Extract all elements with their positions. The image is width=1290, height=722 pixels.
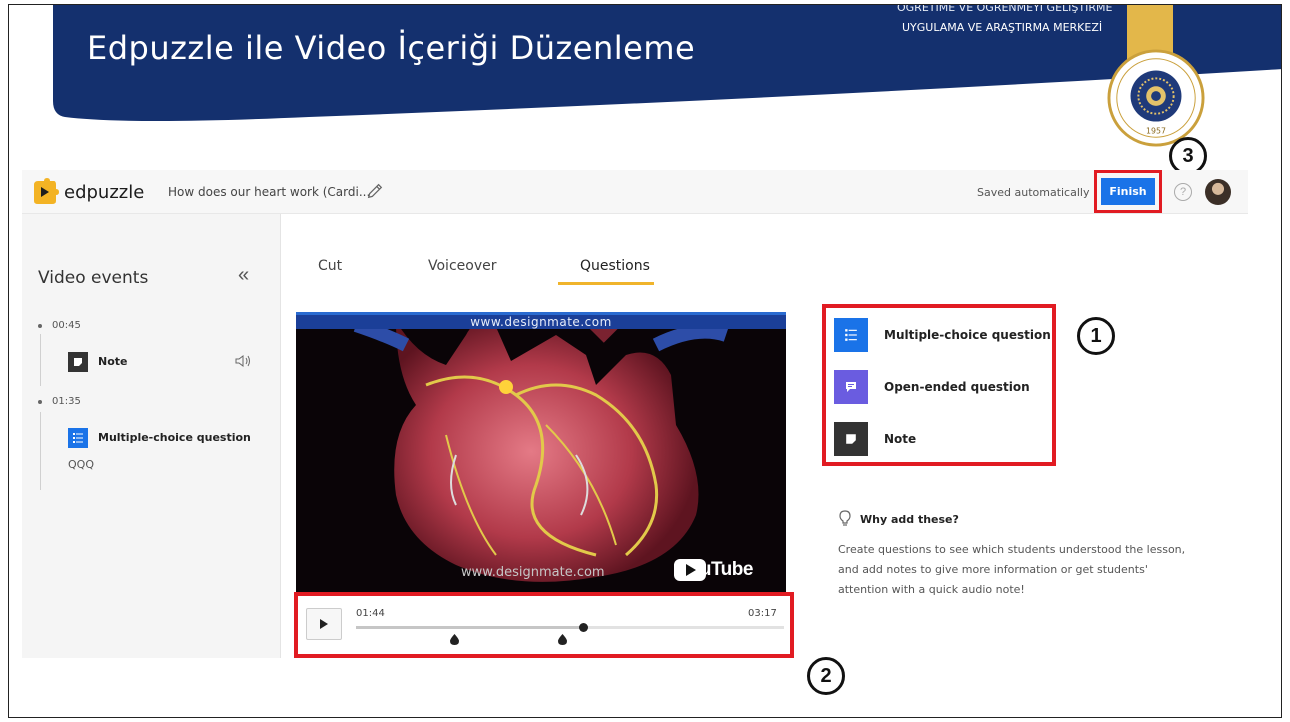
speaker-icon[interactable] [235, 354, 251, 368]
progress-fill [356, 626, 583, 629]
note-icon [834, 422, 868, 456]
tab-questions[interactable]: Questions [580, 258, 650, 274]
event-dot [38, 400, 42, 404]
video-watermark-top: www.designmate.com [296, 315, 786, 329]
add-note-button[interactable]: Note [834, 422, 916, 456]
youtube-play-icon [674, 559, 706, 581]
event-marker-2[interactable] [558, 634, 568, 645]
help-icon[interactable]: ? [1174, 183, 1192, 201]
institution-name-line1: ÖĞRETİME VE ÖĞRENMEYİ GELİŞTİRME [897, 4, 1113, 14]
multiple-choice-icon [68, 428, 88, 448]
finish-button[interactable]: Finish [1101, 178, 1155, 205]
saved-status: Saved automatically [977, 186, 1090, 199]
why-add-title: Why add these? [860, 513, 959, 526]
multiple-choice-icon [834, 318, 868, 352]
video-frame-image [296, 315, 786, 594]
event-marker-1[interactable] [449, 634, 459, 645]
video-events-title: Video events [38, 268, 149, 288]
question-type-label: Note [884, 432, 917, 446]
university-seal-logo: 1957 [1107, 49, 1205, 147]
tab-voiceover[interactable]: Voiceover [428, 258, 496, 274]
event-question-text: QQQ [68, 458, 94, 471]
play-icon [320, 619, 328, 629]
finish-highlight-box: Finish [1094, 170, 1162, 213]
event-time: 00:45 [52, 320, 81, 331]
active-tab-indicator [558, 282, 654, 285]
callout-badge-2: 2 [807, 657, 845, 695]
event-time: 01:35 [52, 396, 81, 407]
callout-badge-1: 1 [1077, 317, 1115, 355]
youtube-logo[interactable]: YouTube [674, 559, 753, 581]
edpuzzle-header: edpuzzle How does our heart work (Cardi.… [22, 170, 1248, 214]
play-button[interactable] [306, 608, 342, 640]
pencil-edit-icon[interactable] [366, 182, 384, 200]
event-connector [40, 412, 41, 490]
event-label[interactable]: Note [98, 355, 127, 368]
lightbulb-icon [839, 510, 851, 526]
question-types-highlight: Multiple-choice question Open-ended ques… [822, 304, 1056, 466]
video-events-sidebar: Video events « 00:45 Note 01:35 Multiple… [22, 214, 281, 658]
add-multiple-choice-button[interactable]: Multiple-choice question [834, 318, 1051, 352]
event-label[interactable]: Multiple-choice question [98, 431, 251, 444]
player-controls-highlight: 01:44 03:17 [294, 592, 794, 658]
add-open-ended-button[interactable]: Open-ended question [834, 370, 1030, 404]
institution-name-line2: UYGULAMA VE ARAŞTIRMA MERKEZİ [902, 21, 1103, 34]
puzzle-logo-icon [34, 178, 59, 204]
edpuzzle-logo[interactable]: edpuzzle [30, 177, 144, 207]
total-time: 03:17 [748, 608, 777, 619]
tab-cut[interactable]: Cut [318, 258, 342, 274]
open-ended-icon [834, 370, 868, 404]
question-type-label: Open-ended question [884, 380, 1030, 394]
note-icon [68, 352, 88, 372]
video-player[interactable]: www.designmate.com www.designmate.com Yo… [296, 312, 786, 594]
video-watermark-bottom: www.designmate.com [461, 565, 605, 580]
slide-banner: Edpuzzle ile Video İçeriği Düzenleme ÖĞR… [9, 4, 1281, 125]
event-dot [38, 324, 42, 328]
user-avatar[interactable] [1205, 179, 1231, 205]
logo-text: edpuzzle [64, 181, 145, 203]
progress-bar[interactable] [356, 623, 784, 632]
why-add-description: Create questions to see which students u… [838, 543, 1186, 596]
event-connector [40, 334, 41, 386]
slide-title: Edpuzzle ile Video İçeriği Düzenleme [87, 29, 696, 67]
video-title[interactable]: How does our heart work (Cardi... [168, 185, 370, 199]
question-type-label: Multiple-choice question [884, 328, 1051, 342]
progress-scrubber[interactable] [578, 623, 588, 632]
seal-year: 1957 [1146, 126, 1166, 135]
collapse-sidebar-icon[interactable]: « [238, 264, 249, 287]
current-time: 01:44 [356, 608, 385, 619]
